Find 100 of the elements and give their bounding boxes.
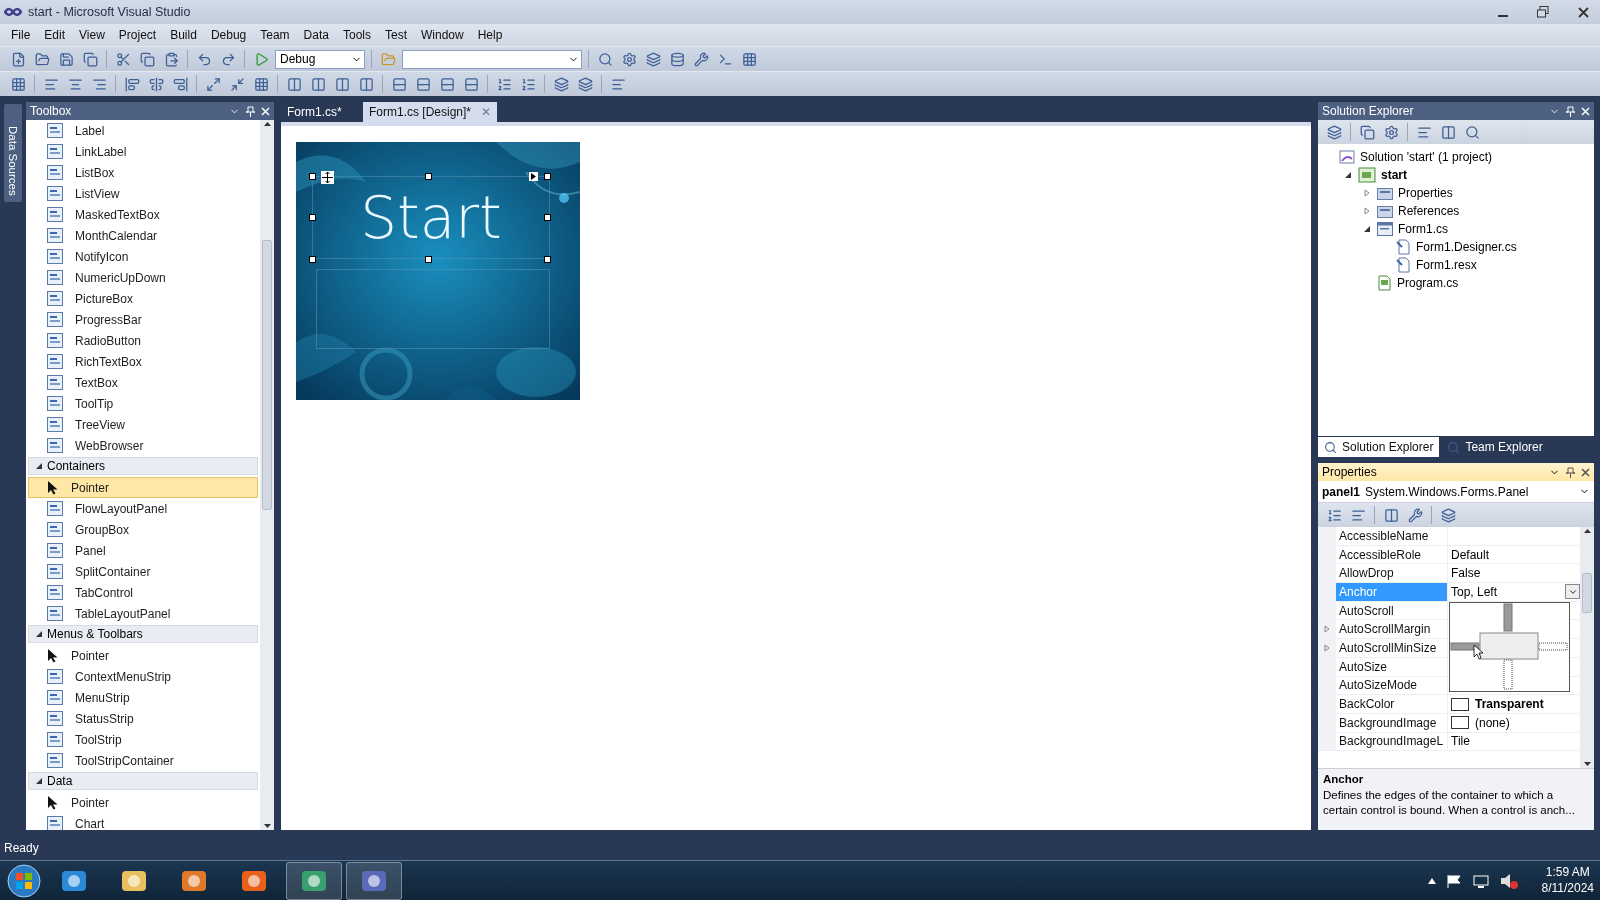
resize-handle[interactable] <box>309 256 316 263</box>
collapse-arrow-icon[interactable] <box>35 777 43 785</box>
collapse-arrow-icon[interactable] <box>35 630 43 638</box>
property-value-field[interactable]: Top, Left <box>1448 583 1580 601</box>
tree-item[interactable]: Program.cs <box>1397 276 1459 290</box>
search-dropdown[interactable] <box>402 49 582 69</box>
toolbox-item[interactable]: Pointer <box>28 477 258 498</box>
toolbox-item[interactable]: LinkLabel <box>28 141 258 162</box>
menu-item[interactable]: Team <box>253 28 297 42</box>
menu-item[interactable]: File <box>4 28 38 42</box>
toolbox-item[interactable]: ToolStripContainer <box>28 750 258 771</box>
dropdown-button[interactable] <box>1565 584 1580 600</box>
toolbox-item[interactable]: TextBox <box>28 372 258 393</box>
panel-tab[interactable]: Team Explorer <box>1441 437 1549 457</box>
toolbox-item[interactable]: ListView <box>28 183 258 204</box>
property-row[interactable]: BackgroundImage (none) <box>1318 713 1580 733</box>
toolbox-item[interactable]: TreeView <box>28 414 258 435</box>
toolbox-item[interactable]: MaskedTextBox <box>28 204 258 225</box>
tree-item[interactable]: Form1.resx <box>1416 258 1477 272</box>
resize-handle[interactable] <box>544 173 551 180</box>
configuration-dropdown[interactable]: Debug <box>275 49 365 69</box>
property-row[interactable]: BackColor Transparent <box>1318 695 1580 714</box>
toolbox-item[interactable]: Pointer <box>28 645 258 666</box>
toolbox-item[interactable]: MonthCalendar <box>28 225 258 246</box>
panel-tab[interactable]: Solution Explorer <box>1318 437 1440 457</box>
taskbar-app[interactable] <box>346 861 402 900</box>
collapse-arrow-icon[interactable] <box>1363 225 1371 233</box>
menu-item[interactable]: Debug <box>203 28 254 42</box>
collapse-arrow-icon[interactable] <box>1344 171 1352 179</box>
resize-handle[interactable] <box>544 256 551 263</box>
toolbox-item[interactable]: PictureBox <box>28 288 258 309</box>
property-row[interactable]: AccessibleName <box>1318 527 1580 546</box>
data-sources-tab[interactable]: Data Sources <box>4 104 22 202</box>
toolbox-item[interactable]: NumericUpDown <box>28 267 258 288</box>
scroll-down-icon[interactable] <box>1583 762 1591 766</box>
expand-arrow-icon[interactable] <box>1363 189 1371 197</box>
tree-item[interactable]: References <box>1398 204 1460 218</box>
menu-item[interactable]: Edit <box>37 28 73 42</box>
document-tab[interactable]: Form1.cs [Design]* ✕ <box>363 102 498 122</box>
resize-handle[interactable] <box>309 173 316 180</box>
toolbox-item[interactable]: Label <box>28 120 258 141</box>
taskbar-app[interactable] <box>286 861 342 900</box>
toolbox-item[interactable]: ListBox <box>28 162 258 183</box>
toolbox-item[interactable]: Chart <box>28 813 258 830</box>
tree-item[interactable]: Solution 'start' (1 project) <box>1360 150 1492 164</box>
property-row[interactable]: AccessibleRole Default <box>1318 545 1580 565</box>
toolbox-item[interactable]: WebBrowser <box>28 435 258 456</box>
toolbox-item[interactable]: ToolTip <box>28 393 258 414</box>
toolbox-item[interactable]: TableLayoutPanel <box>28 603 258 624</box>
toolbox-item[interactable]: ContextMenuStrip <box>28 666 258 687</box>
tree-item[interactable]: Form1.Designer.cs <box>1416 240 1517 254</box>
toolbox-item[interactable]: MenuStrip <box>28 687 258 708</box>
scrollbar[interactable] <box>1580 527 1594 768</box>
toolbox-item[interactable]: GroupBox <box>28 519 258 540</box>
tree-item[interactable]: Form1.cs <box>1398 222 1448 236</box>
toolbox-item[interactable]: RadioButton <box>28 330 258 351</box>
resize-handle[interactable] <box>425 256 432 263</box>
move-icon[interactable] <box>321 171 334 184</box>
scroll-up-icon[interactable] <box>1583 529 1591 533</box>
menu-item[interactable]: Test <box>377 28 414 42</box>
tree-item[interactable]: Properties <box>1398 186 1453 200</box>
collapse-arrow-icon[interactable] <box>35 462 43 470</box>
toolbox-item[interactable]: ProgressBar <box>28 309 258 330</box>
pin-icon[interactable] <box>1566 466 1575 478</box>
expand-arrow-icon[interactable] <box>1363 207 1371 215</box>
close-icon[interactable] <box>1581 467 1590 477</box>
scroll-down-icon[interactable] <box>263 824 271 828</box>
toolbox-group[interactable]: Data <box>28 772 258 790</box>
menu-item[interactable]: Help <box>470 28 510 42</box>
tree-item[interactable]: start <box>1381 168 1407 182</box>
toolbox-item[interactable]: RichTextBox <box>28 351 258 372</box>
toolbox-item[interactable]: TabControl <box>28 582 258 603</box>
scrollbar[interactable] <box>260 120 274 830</box>
smart-tag-icon[interactable] <box>529 172 538 181</box>
show-hidden-icon[interactable] <box>1427 877 1436 884</box>
resize-handle[interactable] <box>544 214 551 221</box>
toolbox-item[interactable]: Pointer <box>28 792 258 813</box>
network-icon[interactable] <box>1471 872 1490 889</box>
scroll-thumb[interactable] <box>1582 572 1592 613</box>
menu-item[interactable]: Window <box>414 28 471 42</box>
menu-item[interactable]: Project <box>111 28 164 42</box>
toolbox-item[interactable]: SplitContainer <box>28 561 258 582</box>
anchor-editor-menu[interactable] <box>1450 603 1569 691</box>
toolbox-item[interactable]: NotifyIcon <box>28 246 258 267</box>
resize-handle[interactable] <box>425 173 432 180</box>
menu-item[interactable]: View <box>72 28 112 42</box>
menu-item[interactable]: Build <box>163 28 204 42</box>
start-button[interactable] <box>6 862 42 899</box>
object-selector[interactable]: panel1 System.Windows.Forms.Panel <box>1318 481 1594 503</box>
toolbox-group[interactable]: Containers <box>28 457 258 475</box>
document-tab[interactable]: Form1.cs* <box>281 102 361 122</box>
volume-muted-icon[interactable] <box>1499 872 1518 889</box>
toolbox-item[interactable]: FlowLayoutPanel <box>28 498 258 519</box>
menu-item[interactable]: Data <box>296 28 336 42</box>
scroll-thumb[interactable] <box>262 240 272 510</box>
scroll-up-icon[interactable] <box>263 122 271 126</box>
toolbox-item[interactable]: Panel <box>28 540 258 561</box>
flag-icon[interactable] <box>1445 873 1462 888</box>
property-row[interactable]: Anchor Top, Left <box>1318 583 1580 602</box>
toolbox-group[interactable]: Menus & Toolbars <box>28 625 258 643</box>
